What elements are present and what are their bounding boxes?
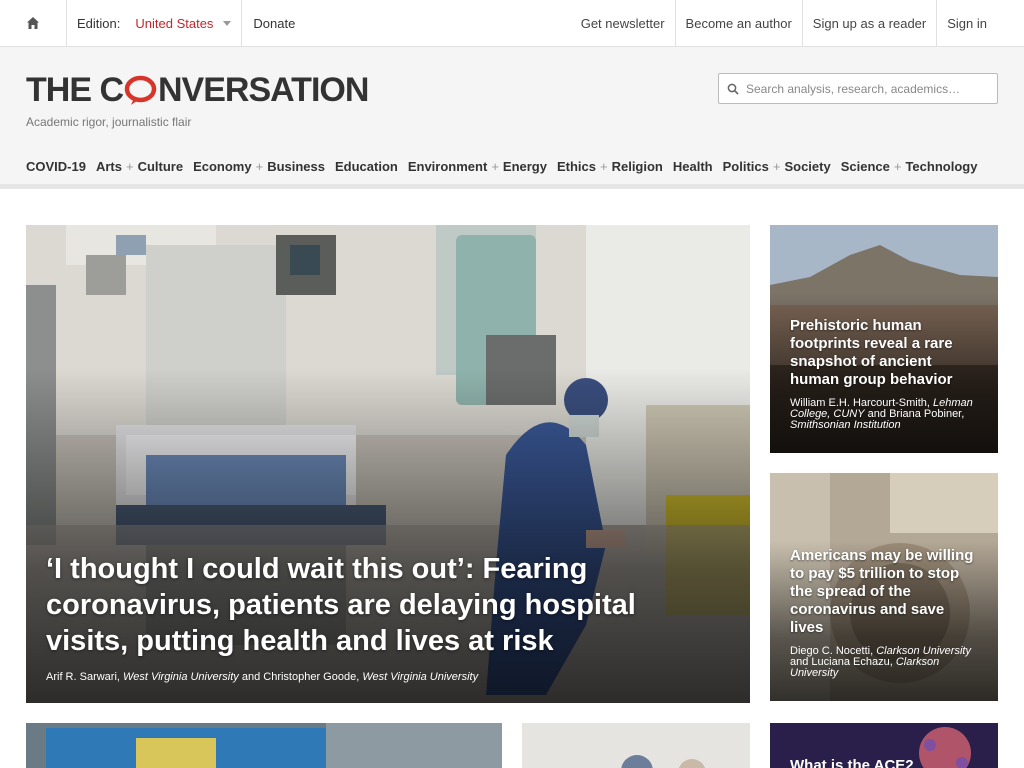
nav-label: Economy — [193, 159, 252, 174]
article-image — [522, 723, 750, 768]
top-utility-bar: Edition: United States Donate Get newsle… — [0, 0, 1024, 47]
nav-environment-energy[interactable]: Environment + Energy — [408, 159, 547, 174]
article-byline: William E.H. Harcourt-Smith, Lehman Coll… — [790, 397, 973, 431]
author-institution[interactable]: West Virginia University — [123, 671, 239, 683]
nav-plus: + — [491, 159, 499, 174]
hero-text: ‘I thought I could wait this out’: Feari… — [46, 551, 710, 683]
side-article-card[interactable]: Americans may be willing to pay $5 trill… — [770, 473, 998, 701]
nav-label: Religion — [611, 159, 663, 174]
nav-label: Technology — [905, 159, 978, 174]
donate-link[interactable]: Donate — [242, 0, 306, 46]
nav-label: Science — [840, 159, 890, 174]
nav-label: Environment — [407, 159, 488, 174]
search-box[interactable] — [718, 73, 998, 104]
speech-bubble-logo-icon — [124, 75, 157, 105]
card-text: Prehistoric human footprints reveal a ra… — [790, 317, 978, 431]
bottom-article-card[interactable]: What is the ACE2 — [770, 723, 998, 768]
author-institution[interactable]: Smithsonian Institution — [790, 419, 901, 431]
author-name[interactable]: Arif R. Sarwari — [46, 671, 117, 683]
nav-science-technology[interactable]: Science + Technology — [841, 159, 978, 174]
search-icon — [727, 83, 739, 95]
become-author-link[interactable]: Become an author — [674, 0, 802, 46]
hero-article-card[interactable]: ‘I thought I could wait this out’: Feari… — [26, 225, 750, 703]
home-icon — [27, 17, 39, 29]
content-grid: ‘I thought I could wait this out’: Feari… — [0, 189, 1024, 768]
bottom-article-card[interactable] — [522, 723, 750, 768]
nav-label: Ethics — [556, 159, 596, 174]
edition-selector[interactable]: Edition: United States — [67, 0, 243, 46]
article-title[interactable]: Americans may be willing to pay $5 trill… — [790, 547, 978, 637]
nav-ethics-religion[interactable]: Ethics + Religion — [557, 159, 663, 174]
nav-label: Business — [267, 159, 325, 174]
author-name[interactable]: Christopher Goode — [263, 671, 356, 683]
side-article-card[interactable]: Prehistoric human footprints reveal a ra… — [770, 225, 998, 453]
nav-arts-culture[interactable]: Arts + Culture — [96, 159, 183, 174]
nav-covid[interactable]: COVID-19 — [26, 159, 86, 174]
nav-label: Arts — [95, 159, 122, 174]
nav-label: Politics — [722, 159, 769, 174]
edition-value: United States — [135, 15, 214, 31]
byline-and: and — [241, 671, 261, 683]
sign-in-link[interactable]: Sign in — [936, 0, 1024, 46]
get-newsletter-link[interactable]: Get newsletter — [571, 0, 675, 46]
nav-plus: + — [600, 159, 608, 174]
edition-label: Edition: — [77, 15, 121, 31]
home-link[interactable] — [0, 0, 67, 46]
site-logo[interactable]: THE C NVERSATION — [26, 70, 369, 109]
author-institution[interactable]: West Virginia University — [362, 671, 478, 683]
edition-dropdown[interactable]: United States — [135, 15, 232, 31]
bottom-article-card[interactable] — [26, 723, 502, 768]
nav-label: Energy — [502, 159, 547, 174]
nav-plus: + — [772, 159, 781, 174]
nav-education[interactable]: Education — [335, 159, 398, 174]
section-nav: COVID-19 Arts + Culture Economy + Business E… — [26, 159, 987, 174]
logo-text-part1: THE C — [26, 70, 124, 109]
nav-plus: + — [255, 159, 264, 174]
article-title[interactable]: Prehistoric human footprints reveal a ra… — [790, 317, 978, 389]
hero-title[interactable]: ‘I thought I could wait this out’: Feari… — [46, 551, 710, 659]
site-tagline: Academic rigor, journalistic flair — [26, 115, 192, 129]
search-input[interactable] — [746, 81, 986, 96]
sign-up-reader-link[interactable]: Sign up as a reader — [801, 0, 936, 46]
article-image — [26, 723, 502, 768]
nav-health[interactable]: Health — [673, 159, 713, 174]
masthead: THE C NVERSATION Academic rigor, journal… — [0, 47, 1024, 189]
nav-label: Society — [784, 159, 831, 174]
logo-text-part2: NVERSATION — [158, 70, 369, 109]
card-text: Americans may be willing to pay $5 trill… — [790, 547, 978, 679]
hero-byline: Arif R. Sarwari, West Virginia Universit… — [46, 671, 479, 683]
nav-label: Culture — [137, 159, 184, 174]
nav-politics-society[interactable]: Politics + Society — [723, 159, 831, 174]
nav-plus: + — [893, 159, 902, 174]
article-title[interactable]: What is the ACE2 — [790, 757, 914, 768]
chevron-down-icon — [223, 20, 232, 26]
nav-plus: + — [125, 159, 134, 174]
nav-economy-business[interactable]: Economy + Business — [193, 159, 325, 174]
article-byline: Diego C. Nocetti, Clarkson University an… — [790, 645, 971, 679]
